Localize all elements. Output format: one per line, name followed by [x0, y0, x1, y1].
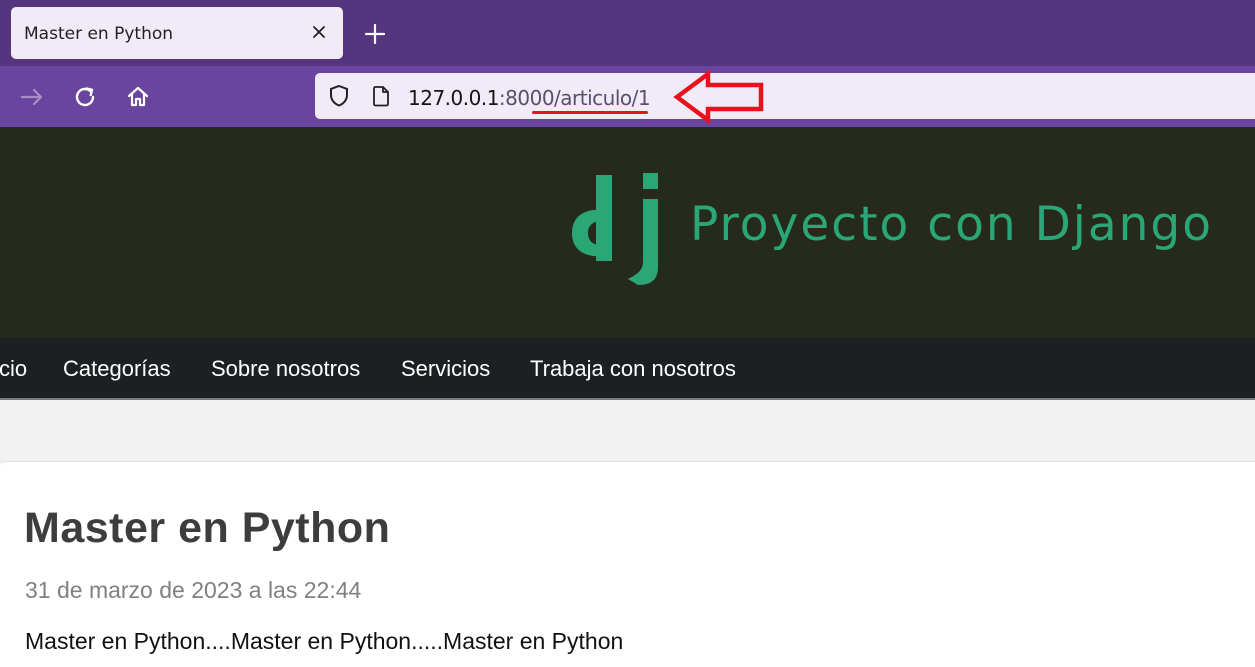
menu-item-inicio[interactable]: cio [0, 356, 27, 382]
tab-active[interactable]: Master en Python [11, 7, 343, 59]
menu-item-trabaja-con-nosotros[interactable]: Trabaja con nosotros [530, 356, 736, 382]
nav-toolbar: 127.0.0.1:8000/articulo/1 [0, 66, 1255, 127]
forward-arrow-icon[interactable] [16, 81, 48, 113]
menu-item-categorias[interactable]: Categorías [63, 356, 171, 382]
home-icon[interactable] [122, 81, 154, 113]
article-date: 31 de marzo de 2023 a las 22:44 [25, 577, 362, 603]
shield-icon[interactable] [327, 84, 351, 113]
menu-item-sobre-nosotros[interactable]: Sobre nosotros [211, 356, 360, 382]
site-header: Proyecto con Django [0, 127, 1255, 338]
url-host: 127.0.0.1 [408, 86, 499, 110]
plus-icon[interactable] [362, 21, 388, 47]
address-bar[interactable]: 127.0.0.1:8000/articulo/1 [315, 73, 1255, 119]
annotation-arrow-icon [673, 70, 764, 125]
article-body: Master en Python....Master en Python....… [25, 628, 624, 654]
tab-bar: Master en Python [0, 0, 1255, 66]
browser-window: Master en Python 127.0.0.1:8000/articulo… [0, 0, 1255, 667]
annotation-underline [532, 111, 648, 114]
close-icon[interactable] [307, 20, 331, 44]
main-menu: cio Categorías Sobre nosotros Servicios … [0, 338, 1255, 400]
page-icon [369, 84, 393, 113]
tab-title: Master en Python [24, 24, 174, 44]
url-path: :8000/articulo/1 [498, 86, 651, 110]
article-card: Master en Python 31 de marzo de 2023 a l… [0, 461, 1255, 667]
reload-icon[interactable] [69, 81, 101, 113]
django-logo-icon [572, 173, 658, 285]
article-title: Master en Python [24, 504, 391, 552]
menu-item-servicios[interactable]: Servicios [401, 356, 490, 382]
url-text[interactable]: 127.0.0.1:8000/articulo/1 [408, 86, 651, 110]
site-title: Proyecto con Django [690, 197, 1214, 252]
